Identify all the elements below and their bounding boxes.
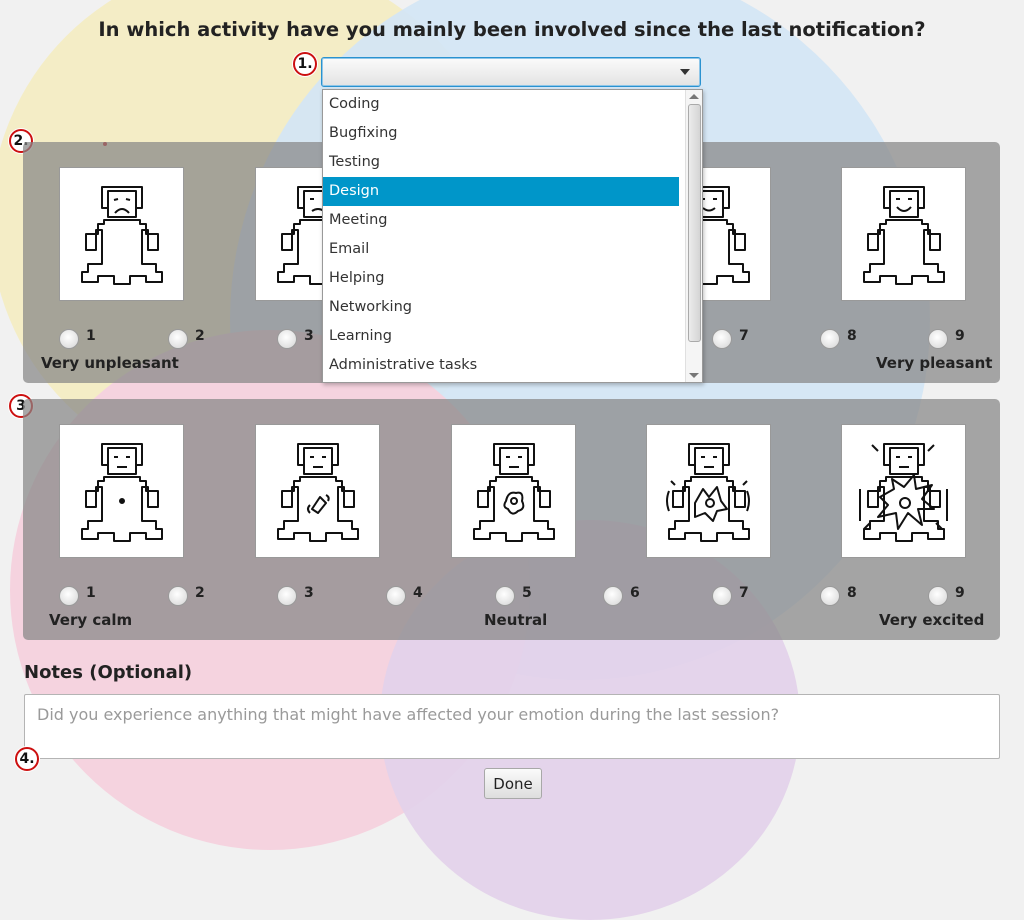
sam-arousal-excited-icon	[646, 424, 771, 558]
arousal-radio-label-7: 7	[739, 585, 749, 601]
notes-textarea[interactable]: Did you experience anything that might h…	[24, 694, 1000, 759]
dropdown-option-testing[interactable]: Testing	[323, 148, 679, 177]
valence-radio-2[interactable]	[168, 329, 188, 349]
scroll-down-icon[interactable]	[689, 373, 699, 378]
sam-arousal-neutral-icon	[451, 424, 576, 558]
dropdown-scrollbar[interactable]	[685, 90, 702, 382]
arousal-panel: Very calm Neutral Very excited 1 2 3 4 5 6 7 8 9	[23, 399, 1000, 640]
arousal-radio-label-5: 5	[522, 585, 532, 601]
step-badge-4: 4.	[15, 747, 39, 771]
chevron-down-icon[interactable]	[680, 69, 690, 75]
valence-radio-label-2: 2	[195, 328, 205, 344]
arousal-low-label: Very calm	[49, 611, 133, 629]
notes-title: Notes (Optional)	[24, 662, 193, 683]
valence-low-label: Very unpleasant	[41, 354, 179, 372]
done-button[interactable]: Done	[484, 768, 542, 799]
arousal-mid-label: Neutral	[484, 611, 548, 629]
valence-high-label: Very pleasant	[876, 354, 993, 372]
arousal-radio-label-4: 4	[413, 585, 423, 601]
arousal-radio-5[interactable]	[495, 586, 515, 606]
arousal-radio-7[interactable]	[712, 586, 732, 606]
arousal-radio-label-9: 9	[955, 585, 965, 601]
valence-radio-label-7: 7	[739, 328, 749, 344]
arousal-radio-4[interactable]	[386, 586, 406, 606]
valence-radio-label-1: 1	[86, 328, 96, 344]
dropdown-option-coding[interactable]: Coding	[323, 90, 679, 119]
scroll-up-icon[interactable]	[689, 94, 699, 99]
sam-valence-very-unpleasant-icon	[59, 167, 184, 301]
dropdown-option-meeting[interactable]: Meeting	[323, 206, 679, 235]
sam-arousal-very-calm-icon	[59, 424, 184, 558]
valence-radio-label-8: 8	[847, 328, 857, 344]
question-title: In which activity have you mainly been i…	[98, 18, 926, 41]
arousal-radio-label-2: 2	[195, 585, 205, 601]
valence-radio-label-3: 3	[304, 328, 314, 344]
arousal-radio-label-6: 6	[630, 585, 640, 601]
valence-radio-3[interactable]	[277, 329, 297, 349]
sam-arousal-very-excited-icon	[841, 424, 966, 558]
arousal-high-label: Very excited	[879, 611, 985, 629]
valence-radio-7[interactable]	[712, 329, 732, 349]
valence-radio-label-9: 9	[955, 328, 965, 344]
scroll-thumb[interactable]	[688, 104, 701, 342]
activity-dropdown-list[interactable]: Coding Bugfixing Testing Design Meeting Email…	[322, 89, 703, 383]
sam-arousal-calm-icon	[255, 424, 380, 558]
valence-radio-8[interactable]	[820, 329, 840, 349]
arousal-radio-3[interactable]	[277, 586, 297, 606]
valence-radio-1[interactable]	[59, 329, 79, 349]
dropdown-option-bugfixing[interactable]: Bugfixing	[323, 119, 679, 148]
activity-select[interactable]	[321, 57, 701, 87]
dropdown-option-design[interactable]: Design	[323, 177, 679, 206]
arousal-radio-label-3: 3	[304, 585, 314, 601]
arousal-radio-6[interactable]	[603, 586, 623, 606]
arousal-radio-8[interactable]	[820, 586, 840, 606]
arousal-radio-label-1: 1	[86, 585, 96, 601]
arousal-radio-2[interactable]	[168, 586, 188, 606]
dropdown-option-administrative-tasks[interactable]: Administrative tasks	[323, 351, 679, 380]
arousal-radio-1[interactable]	[59, 586, 79, 606]
arousal-radio-9[interactable]	[928, 586, 948, 606]
sam-valence-very-pleasant-icon	[841, 167, 966, 301]
step-badge-1: 1.	[293, 52, 317, 76]
dropdown-option-helping[interactable]: Helping	[323, 264, 679, 293]
dropdown-option-email[interactable]: Email	[323, 235, 679, 264]
valence-radio-9[interactable]	[928, 329, 948, 349]
dropdown-option-networking[interactable]: Networking	[323, 293, 679, 322]
dropdown-option-learning[interactable]: Learning	[323, 322, 679, 351]
arousal-radio-label-8: 8	[847, 585, 857, 601]
